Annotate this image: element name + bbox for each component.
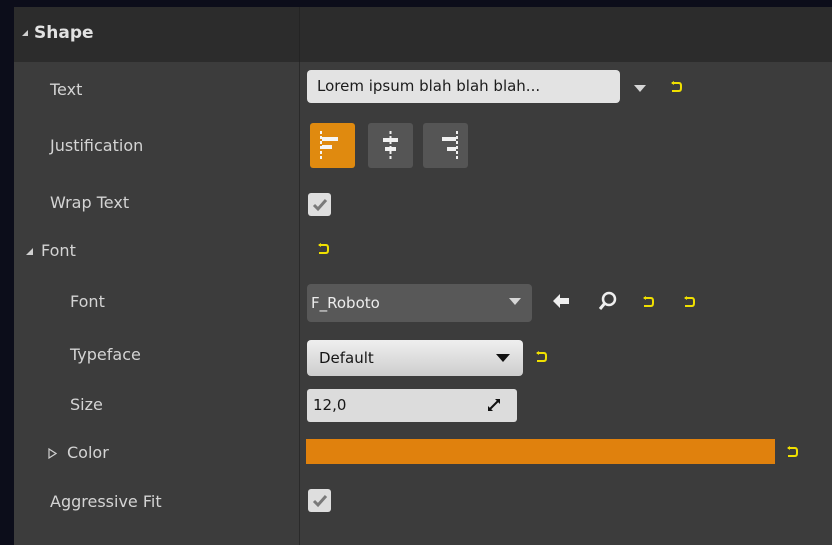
font-group-header[interactable]: Font [26, 241, 76, 260]
color-group-header[interactable]: Color [48, 443, 109, 462]
reset-to-default-icon[interactable] [682, 296, 696, 308]
column-divider[interactable] [299, 62, 300, 545]
section-header-shape[interactable]: Shape [14, 7, 832, 62]
align-left-icon [320, 131, 338, 160]
justification-label: Justification [50, 136, 144, 155]
aggressive-fit-label: Aggressive Fit [50, 492, 162, 511]
size-label: Size [70, 395, 103, 414]
search-icon[interactable] [598, 291, 618, 311]
text-input[interactable]: Lorem ipsum blah blah blah... [307, 70, 620, 103]
color-swatch[interactable] [306, 439, 775, 464]
arrow-left-icon[interactable] [552, 293, 570, 309]
aggressive-fit-checkbox[interactable] [308, 489, 331, 512]
font-chevron-down-icon[interactable] [509, 298, 521, 305]
reset-to-default-icon[interactable] [785, 446, 799, 458]
align-right-button[interactable] [423, 123, 468, 168]
align-right-icon [442, 131, 458, 160]
expand-triangle-icon [48, 448, 57, 459]
details-panel: Shape Text Lorem ipsum blah blah blah...… [14, 7, 832, 545]
text-options-chevron-down-icon[interactable] [634, 85, 646, 92]
reset-to-default-icon[interactable] [316, 243, 330, 255]
align-left-button[interactable] [310, 123, 355, 168]
section-title: Shape [22, 23, 94, 43]
reset-to-default-icon[interactable] [641, 296, 655, 308]
font-label: Font [70, 292, 105, 311]
text-label: Text [50, 80, 83, 99]
checkmark-icon [312, 198, 327, 211]
align-center-button[interactable] [368, 123, 413, 168]
reset-to-default-icon[interactable] [669, 81, 683, 93]
spin-drag-icon[interactable] [486, 397, 502, 413]
chevron-down-icon[interactable] [496, 354, 510, 362]
wrap-text-label: Wrap Text [50, 193, 130, 212]
collapse-icon [26, 248, 33, 255]
checkmark-icon [312, 494, 327, 507]
reset-to-default-icon[interactable] [534, 351, 548, 363]
wrap-text-checkbox[interactable] [308, 193, 331, 216]
align-center-icon [383, 131, 398, 160]
typeface-dropdown[interactable]: Default [307, 340, 523, 376]
typeface-label: Typeface [70, 345, 141, 364]
header-column-divider [299, 7, 300, 62]
collapse-icon [22, 30, 28, 36]
font-asset-picker[interactable]: F_Roboto [307, 284, 532, 322]
